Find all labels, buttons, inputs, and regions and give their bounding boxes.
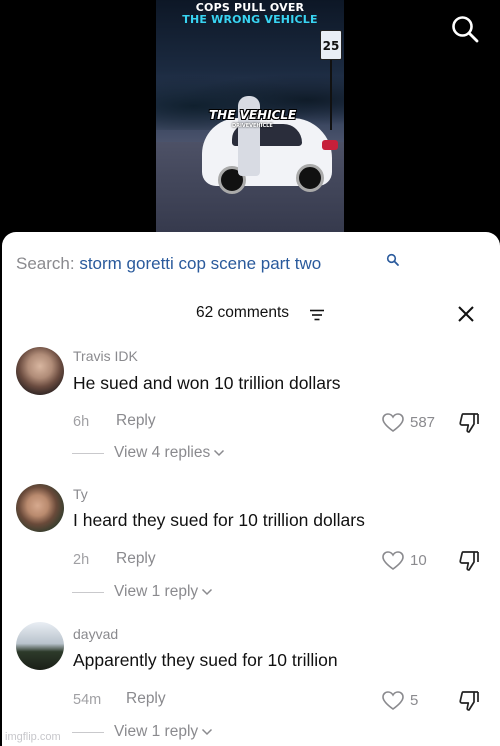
close-icon[interactable]	[457, 305, 475, 323]
comment-time: 2h	[73, 552, 90, 568]
chevron-down-icon	[214, 449, 225, 457]
view-replies-divider	[72, 591, 104, 593]
view-replies-button[interactable]: View 1 reply	[72, 583, 213, 601]
comment-username[interactable]: dayvad	[73, 626, 118, 642]
search-label: Search:	[16, 254, 75, 273]
thumbs-down-icon[interactable]	[458, 690, 480, 712]
search-icon[interactable]	[386, 253, 400, 267]
heart-icon[interactable]	[382, 551, 404, 571]
speed-sign-pole	[330, 60, 332, 130]
video-area: 25 COPS PULL OVER THE WRONG VEHICLE THE …	[0, 0, 500, 240]
comment-username[interactable]: Travis IDK	[73, 348, 138, 364]
video-headline-line2: THE WRONG VEHICLE	[182, 13, 318, 26]
like-count: 587	[410, 414, 436, 431]
comments-count: 62 comments	[196, 304, 290, 321]
video-overlay-text: THE VEHICLE	[209, 108, 297, 122]
filter-icon[interactable]	[310, 309, 324, 321]
avatar[interactable]	[16, 622, 64, 670]
watermark: imgflip.com	[5, 731, 61, 743]
search-icon[interactable]	[450, 14, 480, 44]
view-replies-divider	[72, 452, 104, 454]
avatar[interactable]	[16, 484, 64, 532]
comment-time: 54m	[73, 692, 102, 708]
reply-button[interactable]: Reply	[116, 550, 156, 568]
reply-button[interactable]: Reply	[116, 412, 156, 430]
speed-limit-sign: 25	[320, 30, 342, 60]
thumbs-down-icon[interactable]	[458, 412, 480, 434]
video-headline: COPS PULL OVER THE WRONG VEHICLE	[156, 2, 344, 26]
comment-time: 6h	[73, 414, 90, 430]
heart-icon[interactable]	[382, 413, 404, 433]
comments-sheet: Search: storm goretti cop scene part two…	[2, 232, 500, 746]
car-wheel	[296, 164, 324, 192]
view-replies-label: View 1 reply	[114, 583, 199, 600]
like-count: 10	[410, 552, 427, 569]
chevron-down-icon	[202, 588, 213, 596]
video-overlay-subtext: DRIVEVEHICLE	[232, 123, 273, 129]
view-replies-button[interactable]: View 4 replies	[72, 444, 225, 462]
comment-text: Apparently they sued for 10 trillion	[73, 650, 338, 670]
search-suggestion[interactable]: Search: storm goretti cop scene part two	[16, 254, 321, 274]
reply-button[interactable]: Reply	[126, 690, 166, 708]
chevron-down-icon	[202, 728, 213, 736]
comments-header: 62 comments	[2, 304, 500, 326]
comment-text: He sued and won 10 trillion dollars	[73, 373, 341, 393]
thumbs-down-icon[interactable]	[458, 550, 480, 572]
comment-text: I heard they sued for 10 trillion dollar…	[73, 510, 365, 530]
search-term[interactable]: storm goretti cop scene part two	[79, 254, 321, 273]
comment-username[interactable]: Ty	[73, 486, 88, 502]
view-replies-label: View 4 replies	[114, 444, 211, 461]
view-replies-label: View 1 reply	[114, 723, 199, 740]
car-taillight	[322, 140, 338, 150]
view-replies-button[interactable]: View 1 reply	[72, 723, 213, 741]
heart-icon[interactable]	[382, 691, 404, 711]
view-replies-divider	[72, 731, 104, 733]
avatar[interactable]	[16, 347, 64, 395]
like-count: 5	[410, 692, 419, 709]
